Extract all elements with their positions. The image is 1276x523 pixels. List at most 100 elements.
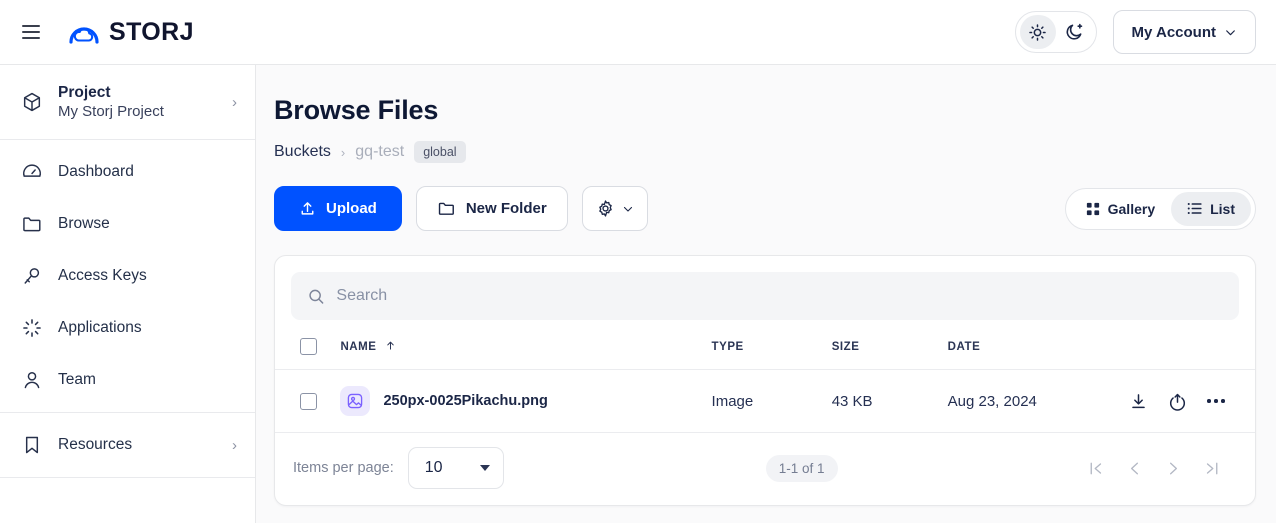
moon-icon[interactable]: [1056, 15, 1092, 49]
brand-logo[interactable]: STORJ: [68, 16, 194, 48]
list-icon: [1187, 203, 1202, 214]
ellipsis-icon[interactable]: [1207, 399, 1225, 403]
column-header-actions: [1129, 320, 1255, 370]
column-header-name[interactable]: NAME: [340, 320, 712, 370]
view-list-label: List: [1210, 200, 1235, 217]
breadcrumb-separator-icon: ›: [340, 144, 346, 160]
column-header-size[interactable]: SIZE: [831, 320, 948, 370]
project-name: My Storj Project: [58, 102, 164, 120]
my-account-label: My Account: [1131, 23, 1216, 41]
column-header-type[interactable]: TYPE: [711, 320, 832, 370]
sidebar-item-browse[interactable]: Browse: [0, 198, 255, 250]
user-icon: [20, 368, 44, 392]
row-type-cell: Image: [711, 369, 832, 433]
my-account-button[interactable]: My Account: [1112, 10, 1256, 54]
files-table-body: 250px-0025Pikachu.png Image 43 KB Aug 23…: [275, 369, 1255, 433]
chevron-down-icon: [479, 465, 490, 471]
new-folder-button[interactable]: New Folder: [415, 186, 568, 231]
toolbar: Upload New Folder Gallery List: [274, 186, 1256, 231]
breadcrumb-buckets[interactable]: Buckets: [274, 143, 331, 161]
folder-icon: [438, 202, 454, 215]
bookmark-icon: [20, 433, 44, 457]
key-icon: [20, 264, 44, 288]
files-table: NAME TYPE SIZE DATE 250px-0025Pikachu.pn…: [275, 320, 1255, 433]
select-all-header: [275, 320, 341, 370]
brand-name: STORJ: [109, 17, 194, 46]
storj-file-browser-app: STORJ My Account Project My Storj Projec…: [0, 0, 1276, 523]
sidebar-item-team[interactable]: Team: [0, 354, 255, 406]
row-date-cell: Aug 23, 2024: [947, 369, 1130, 433]
column-header-date[interactable]: DATE: [947, 320, 1130, 370]
column-name-label: NAME: [340, 341, 377, 353]
table-footer: Items per page: 10 1-1 of 1: [275, 433, 1255, 505]
apps-icon: [20, 316, 44, 340]
storj-logo-icon: [69, 27, 99, 44]
row-select-cell: [275, 369, 341, 433]
chevron-left-icon[interactable]: [1126, 460, 1143, 477]
select-all-checkbox[interactable]: [300, 338, 317, 355]
row-actions-cell: [1129, 369, 1255, 433]
files-card: NAME TYPE SIZE DATE: [274, 255, 1256, 506]
sidebar-divider-end: [0, 477, 255, 478]
file-name-link[interactable]: 250px-0025Pikachu.png: [383, 393, 547, 409]
chevron-down-icon: [623, 206, 632, 212]
sidebar-item-dashboard[interactable]: Dashboard: [0, 146, 255, 198]
view-gallery-label: Gallery: [1107, 200, 1156, 217]
chevron-right-icon[interactable]: [1165, 460, 1182, 477]
cube-icon: [20, 90, 44, 114]
page-title: Browse Files: [274, 95, 439, 125]
chevron-down-icon: [1226, 29, 1235, 35]
upload-icon: [301, 202, 314, 215]
table-row[interactable]: 250px-0025Pikachu.png Image 43 KB Aug 23…: [275, 369, 1255, 433]
theme-toggle[interactable]: [1014, 11, 1097, 53]
sidebar-item-label: Team: [58, 371, 96, 388]
sidebar-item-project[interactable]: Project My Storj Project ›: [0, 71, 255, 133]
gauge-icon: [20, 160, 44, 184]
search-bar[interactable]: [291, 272, 1239, 320]
view-segmented-control: Gallery List: [1064, 187, 1256, 230]
breadcrumb-badge: global: [414, 141, 466, 163]
grid-icon: [1086, 202, 1099, 215]
sidebar-item-label: Browse: [58, 215, 110, 232]
sidebar-item-resources[interactable]: Resources ›: [0, 419, 255, 471]
sun-icon[interactable]: [1019, 15, 1056, 49]
folder-icon: [20, 212, 44, 236]
view-list-button[interactable]: List: [1171, 191, 1251, 226]
arrow-up-icon: [387, 341, 395, 350]
header-actions: My Account: [1014, 10, 1256, 54]
view-mode-switcher: Gallery List: [1064, 187, 1256, 230]
chevron-right-icon: ›: [232, 436, 237, 454]
settings-menu-button[interactable]: [581, 186, 648, 231]
items-per-page-value: 10: [424, 459, 443, 476]
sidebar-item-label: Dashboard: [58, 163, 134, 180]
files-table-head: NAME TYPE SIZE DATE: [275, 320, 1255, 370]
gear-icon: [598, 200, 612, 217]
sidebar-item-label: Resources: [58, 436, 133, 453]
pagination-controls: [1087, 460, 1235, 477]
main-content: Browse Files Buckets › gq-test global Up…: [256, 65, 1276, 523]
page-first-icon[interactable]: [1087, 460, 1104, 477]
upload-label: Upload: [326, 200, 377, 217]
upload-button[interactable]: Upload: [274, 186, 402, 231]
sidebar-item-access-keys[interactable]: Access Keys: [0, 250, 255, 302]
breadcrumb-current: gq-test: [355, 143, 405, 160]
view-gallery-button[interactable]: Gallery: [1070, 192, 1171, 226]
search-input[interactable]: [336, 287, 1223, 305]
pagination-range: 1-1 of 1: [765, 454, 838, 482]
sidebar-item-applications[interactable]: Applications: [0, 302, 255, 354]
table-header-row: NAME TYPE SIZE DATE: [275, 320, 1255, 370]
new-folder-label: New Folder: [465, 200, 547, 217]
page-last-icon[interactable]: [1204, 460, 1221, 477]
sidebar-divider-bottom: [0, 412, 255, 413]
sidebar-item-label: Applications: [58, 319, 142, 336]
row-checkbox[interactable]: [300, 392, 317, 410]
row-name-cell: 250px-0025Pikachu.png: [340, 369, 712, 433]
hamburger-icon[interactable]: [22, 20, 46, 44]
download-icon[interactable]: [1129, 392, 1148, 411]
breadcrumb: Buckets › gq-test global: [274, 141, 1256, 163]
sidebar-item-label: Access Keys: [58, 267, 147, 284]
share-icon[interactable]: [1168, 392, 1187, 411]
search-icon: [309, 289, 324, 304]
top-header: STORJ My Account: [0, 0, 1276, 65]
items-per-page-select[interactable]: 10: [407, 447, 504, 489]
